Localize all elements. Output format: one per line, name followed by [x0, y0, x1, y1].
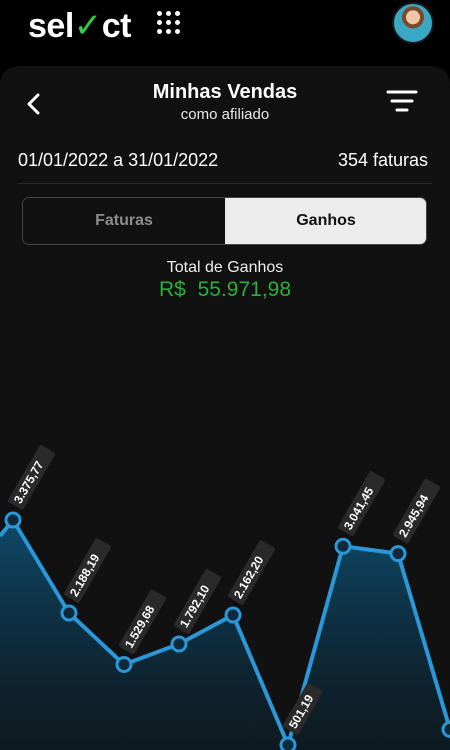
data-label: 2.188,19 [63, 538, 112, 603]
chart-point[interactable] [441, 720, 450, 738]
chart-point[interactable] [4, 511, 22, 529]
data-label: 2.945,94 [392, 478, 441, 544]
chart-point[interactable] [224, 606, 242, 624]
chart-point[interactable] [60, 604, 78, 622]
chart-point[interactable] [334, 537, 352, 555]
data-label: 1.529,68 [118, 589, 167, 655]
chart-point[interactable] [115, 656, 133, 673]
earnings-area-chart: 3.375,772.188,191.529,68 1.792,102.162,20… [0, 445, 450, 750]
data-label: 3.375,77 [7, 445, 56, 510]
data-label: 2.162,20 [227, 540, 276, 605]
chart-point[interactable] [170, 635, 188, 653]
chart-point[interactable] [279, 736, 297, 750]
data-label: 3.041,45 [337, 471, 386, 536]
chart-point[interactable] [389, 545, 407, 563]
chart-area-fill [0, 520, 450, 750]
